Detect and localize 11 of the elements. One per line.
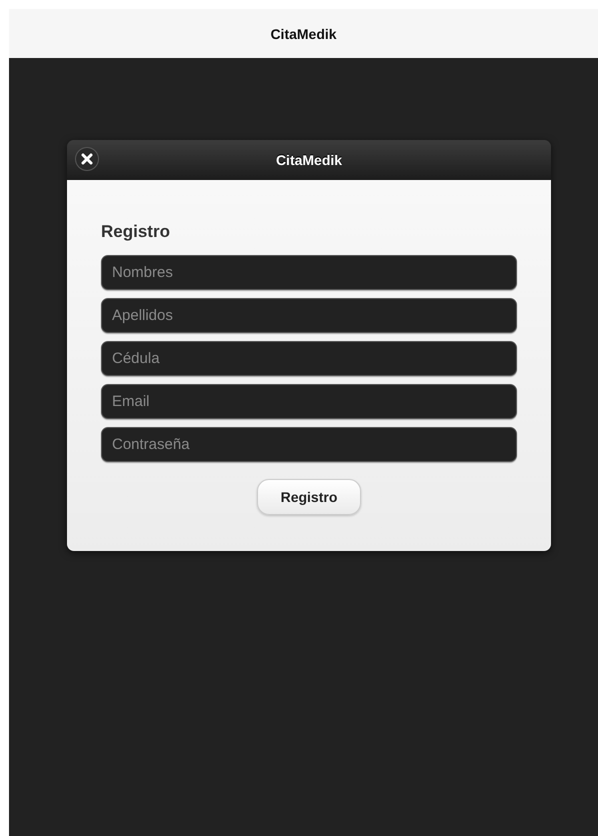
- close-icon: [81, 153, 93, 165]
- app-title: CitaMedik: [270, 26, 337, 42]
- close-button[interactable]: [76, 148, 98, 170]
- register-button[interactable]: Registro: [257, 479, 361, 515]
- text-field[interactable]: Apellidos: [101, 298, 517, 333]
- text-field[interactable]: Cédula: [101, 341, 517, 376]
- text-field[interactable]: Nombres: [101, 255, 517, 290]
- dialog-title: CitaMedik: [276, 152, 342, 168]
- text-field[interactable]: Contraseña: [101, 427, 517, 462]
- form-heading: Registro: [101, 222, 171, 242]
- text-field[interactable]: Email: [101, 384, 517, 419]
